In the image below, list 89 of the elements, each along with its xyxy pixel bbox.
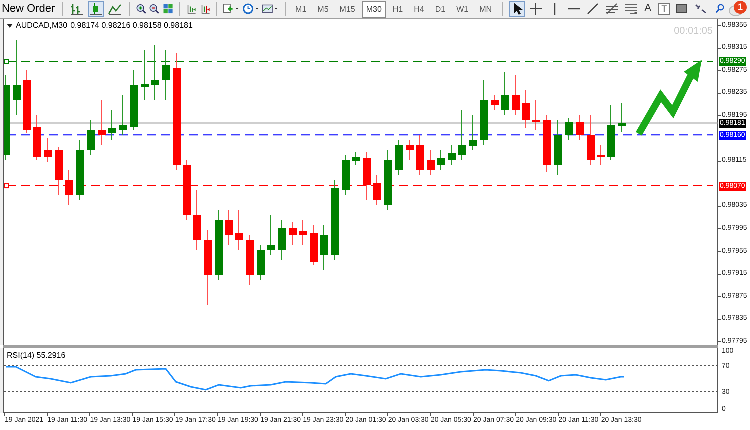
candlestick bbox=[151, 44, 159, 100]
timeframe-button[interactable]: M30 bbox=[362, 0, 386, 18]
candlestick bbox=[458, 110, 466, 160]
candlestick bbox=[576, 114, 584, 140]
new-order-button[interactable]: New Order bbox=[1, 0, 56, 18]
candlestick bbox=[23, 70, 31, 134]
candlestick bbox=[76, 140, 84, 200]
candlestick bbox=[141, 50, 149, 100]
timeframe-button[interactable]: M15 bbox=[336, 0, 360, 18]
ohlc-values: 0.98174 0.98216 0.98158 0.98181 bbox=[70, 21, 193, 31]
horizontal-line[interactable] bbox=[6, 186, 714, 187]
search-icon[interactable] bbox=[715, 2, 726, 16]
candlestick bbox=[532, 100, 540, 130]
timeframe-button[interactable]: M5 bbox=[314, 0, 333, 18]
candlestick bbox=[448, 144, 456, 166]
candlestick bbox=[501, 72, 509, 116]
candlestick bbox=[618, 102, 626, 132]
candlestick bbox=[33, 114, 41, 160]
candlestick bbox=[257, 244, 265, 280]
candlestick bbox=[310, 224, 318, 266]
candlestick bbox=[278, 220, 286, 260]
candlestick bbox=[246, 234, 254, 286]
timeframe-button[interactable]: D1 bbox=[431, 0, 450, 18]
candlestick bbox=[320, 224, 328, 270]
chart-shift-icon[interactable] bbox=[200, 2, 210, 16]
timeframe-button[interactable]: H1 bbox=[388, 0, 408, 18]
candlestick bbox=[267, 214, 275, 256]
symbol-label: AUDCAD,M30 bbox=[16, 21, 68, 31]
candlestick bbox=[183, 160, 191, 220]
candlestick bbox=[469, 114, 477, 150]
timeframe-button[interactable]: MN bbox=[476, 0, 496, 18]
candlestick bbox=[373, 174, 381, 206]
candlestick bbox=[543, 114, 551, 172]
timeframe-button[interactable]: M1 bbox=[292, 0, 311, 18]
candlestick bbox=[597, 144, 605, 166]
timeframe-button[interactable]: W1 bbox=[452, 0, 473, 18]
candlestick bbox=[193, 190, 201, 250]
candlestick bbox=[98, 100, 106, 146]
text-label-button[interactable]: T bbox=[657, 1, 672, 17]
candlestick bbox=[55, 146, 63, 196]
candlestick bbox=[352, 152, 360, 166]
candlestick bbox=[299, 220, 307, 246]
candlestick bbox=[395, 140, 403, 176]
candlestick bbox=[235, 210, 243, 250]
candlestick bbox=[44, 138, 52, 162]
candlestick bbox=[108, 110, 116, 140]
zoom-in-icon[interactable] bbox=[136, 2, 146, 16]
dropdown-icon[interactable] bbox=[7, 24, 13, 28]
candlestick bbox=[512, 74, 520, 116]
timeframe-button[interactable]: H4 bbox=[410, 0, 428, 18]
line-handle[interactable] bbox=[4, 184, 10, 189]
bar-chart-icon[interactable] bbox=[68, 1, 85, 17]
candlestick bbox=[289, 222, 297, 246]
candlestick bbox=[427, 150, 435, 176]
text-tool-button[interactable]: A bbox=[642, 1, 654, 17]
candlestick bbox=[225, 210, 233, 246]
notification-badge[interactable]: 1 bbox=[734, 0, 748, 14]
tile-windows-icon[interactable] bbox=[162, 2, 174, 16]
candlestick bbox=[565, 118, 573, 140]
candlestick bbox=[554, 120, 562, 176]
candlestick bbox=[119, 94, 127, 136]
template-icon[interactable] bbox=[262, 2, 279, 16]
candlestick bbox=[87, 120, 95, 156]
candlestick bbox=[491, 94, 499, 110]
fibonacci-icon[interactable] bbox=[604, 1, 620, 17]
new-chart-icon[interactable] bbox=[223, 2, 240, 16]
candlestick-icon[interactable] bbox=[88, 1, 104, 17]
candlestick bbox=[65, 170, 73, 206]
candlestick bbox=[406, 140, 414, 160]
candlestick bbox=[437, 150, 445, 170]
cursor-icon[interactable] bbox=[508, 1, 525, 17]
candlestick bbox=[342, 154, 350, 196]
candlestick bbox=[215, 210, 223, 280]
candlestick bbox=[480, 80, 488, 146]
indicator-title: RSI(14) 55.2916 bbox=[7, 351, 66, 361]
crosshair-icon[interactable] bbox=[528, 1, 544, 17]
clock-icon[interactable] bbox=[242, 2, 260, 16]
zoom-out-icon[interactable] bbox=[149, 2, 160, 16]
auto-scroll-icon[interactable] bbox=[186, 2, 197, 16]
candlestick bbox=[162, 50, 170, 100]
candlestick bbox=[607, 104, 615, 160]
candlestick bbox=[384, 150, 392, 210]
horizontal-line[interactable] bbox=[6, 61, 714, 62]
candlestick bbox=[416, 134, 424, 176]
line-handle[interactable] bbox=[4, 59, 10, 64]
candlestick bbox=[130, 70, 138, 130]
candlestick bbox=[363, 152, 371, 200]
candlestick bbox=[587, 114, 595, 166]
candlestick bbox=[522, 90, 530, 128]
